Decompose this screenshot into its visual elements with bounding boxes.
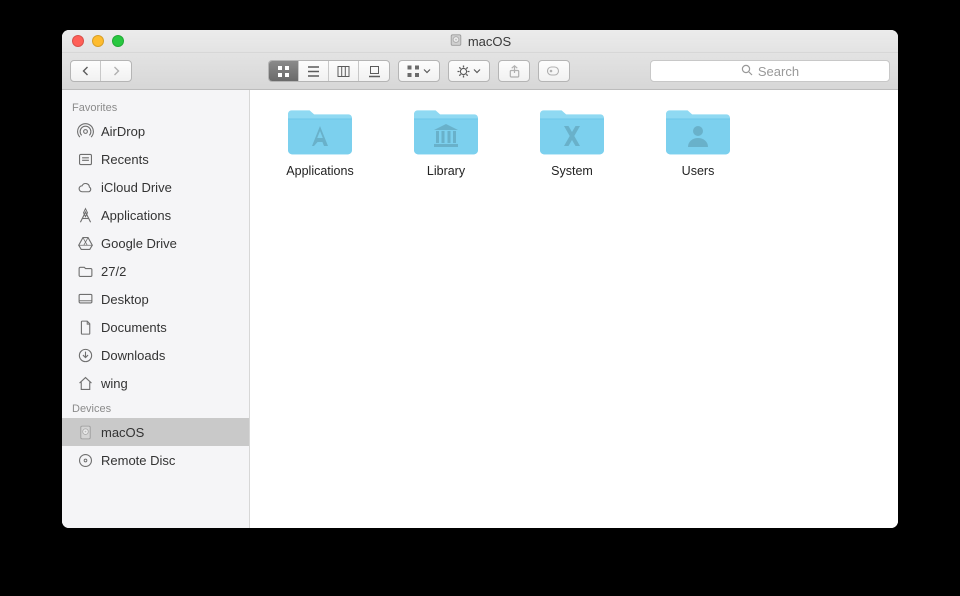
- window-title: macOS: [62, 33, 898, 50]
- search-icon: [741, 64, 753, 79]
- sidebar-header-favorites: Favorites: [62, 96, 249, 117]
- sidebar-label: AirDrop: [101, 124, 145, 139]
- hdd-icon: [449, 33, 463, 50]
- sidebar-label: Documents: [101, 320, 167, 335]
- sidebar-label: Downloads: [101, 348, 165, 363]
- body: Favorites AirDrop Recents iCloud Drive A…: [62, 90, 898, 528]
- gallery-view-button[interactable]: [359, 61, 389, 81]
- sidebar-item-remote-disc[interactable]: Remote Disc: [62, 446, 249, 474]
- recents-icon: [76, 150, 94, 168]
- home-icon: [76, 374, 94, 392]
- nav-back-forward: [70, 60, 132, 82]
- airdrop-icon: [76, 122, 94, 140]
- folder-applications[interactable]: Applications: [268, 104, 372, 178]
- sidebar-label: Google Drive: [101, 236, 177, 251]
- sidebar-item-applications[interactable]: Applications: [62, 201, 249, 229]
- sidebar-item-icloud[interactable]: iCloud Drive: [62, 173, 249, 201]
- folder-icon: [662, 104, 734, 158]
- titlebar: macOS: [62, 30, 898, 53]
- sidebar-header-devices: Devices: [62, 397, 249, 418]
- view-switcher: [268, 60, 390, 82]
- sidebar: Favorites AirDrop Recents iCloud Drive A…: [62, 90, 250, 528]
- sidebar-label: 27/2: [101, 264, 126, 279]
- sidebar-label: Remote Disc: [101, 453, 175, 468]
- folder-library[interactable]: Library: [394, 104, 498, 178]
- content-area[interactable]: Applications: [250, 90, 898, 528]
- toolbar: Search: [62, 53, 898, 90]
- folder-icon: [76, 262, 94, 280]
- column-view-button[interactable]: [329, 61, 359, 81]
- list-view-button[interactable]: [299, 61, 329, 81]
- folder-system[interactable]: System: [520, 104, 624, 178]
- sidebar-item-recents[interactable]: Recents: [62, 145, 249, 173]
- sidebar-item-macos[interactable]: macOS: [62, 418, 249, 446]
- documents-icon: [76, 318, 94, 336]
- forward-button[interactable]: [101, 61, 131, 81]
- icloud-icon: [76, 178, 94, 196]
- downloads-icon: [76, 346, 94, 364]
- window-title-text: macOS: [468, 34, 511, 49]
- folder-label: System: [551, 164, 593, 178]
- sidebar-item-documents[interactable]: Documents: [62, 313, 249, 341]
- hdd-icon: [76, 423, 94, 441]
- sidebar-item-downloads[interactable]: Downloads: [62, 341, 249, 369]
- sidebar-label: iCloud Drive: [101, 180, 172, 195]
- sidebar-item-google-drive[interactable]: Google Drive: [62, 229, 249, 257]
- action-dropdown[interactable]: [448, 60, 490, 82]
- folder-icon: [284, 104, 356, 158]
- applications-icon: [76, 206, 94, 224]
- sidebar-label: wing: [101, 376, 128, 391]
- sidebar-label: macOS: [101, 425, 144, 440]
- folder-users[interactable]: Users: [646, 104, 750, 178]
- googledrive-icon: [76, 234, 94, 252]
- folder-icon: [536, 104, 608, 158]
- group-dropdown[interactable]: [398, 60, 440, 82]
- folder-label: Users: [682, 164, 715, 178]
- tags-button[interactable]: [538, 60, 570, 82]
- sidebar-item-27-2[interactable]: 27/2: [62, 257, 249, 285]
- folder-icon: [410, 104, 482, 158]
- search-field[interactable]: Search: [650, 60, 890, 82]
- share-button[interactable]: [498, 60, 530, 82]
- folder-label: Library: [427, 164, 465, 178]
- back-button[interactable]: [71, 61, 101, 81]
- folder-label: Applications: [286, 164, 353, 178]
- icon-view-button[interactable]: [269, 61, 299, 81]
- sidebar-label: Desktop: [101, 292, 149, 307]
- disc-icon: [76, 451, 94, 469]
- sidebar-item-wing[interactable]: wing: [62, 369, 249, 397]
- search-placeholder: Search: [758, 64, 799, 79]
- sidebar-label: Recents: [101, 152, 149, 167]
- sidebar-label: Applications: [101, 208, 171, 223]
- finder-window: macOS: [62, 30, 898, 528]
- sidebar-item-desktop[interactable]: Desktop: [62, 285, 249, 313]
- sidebar-item-airdrop[interactable]: AirDrop: [62, 117, 249, 145]
- desktop-icon: [76, 290, 94, 308]
